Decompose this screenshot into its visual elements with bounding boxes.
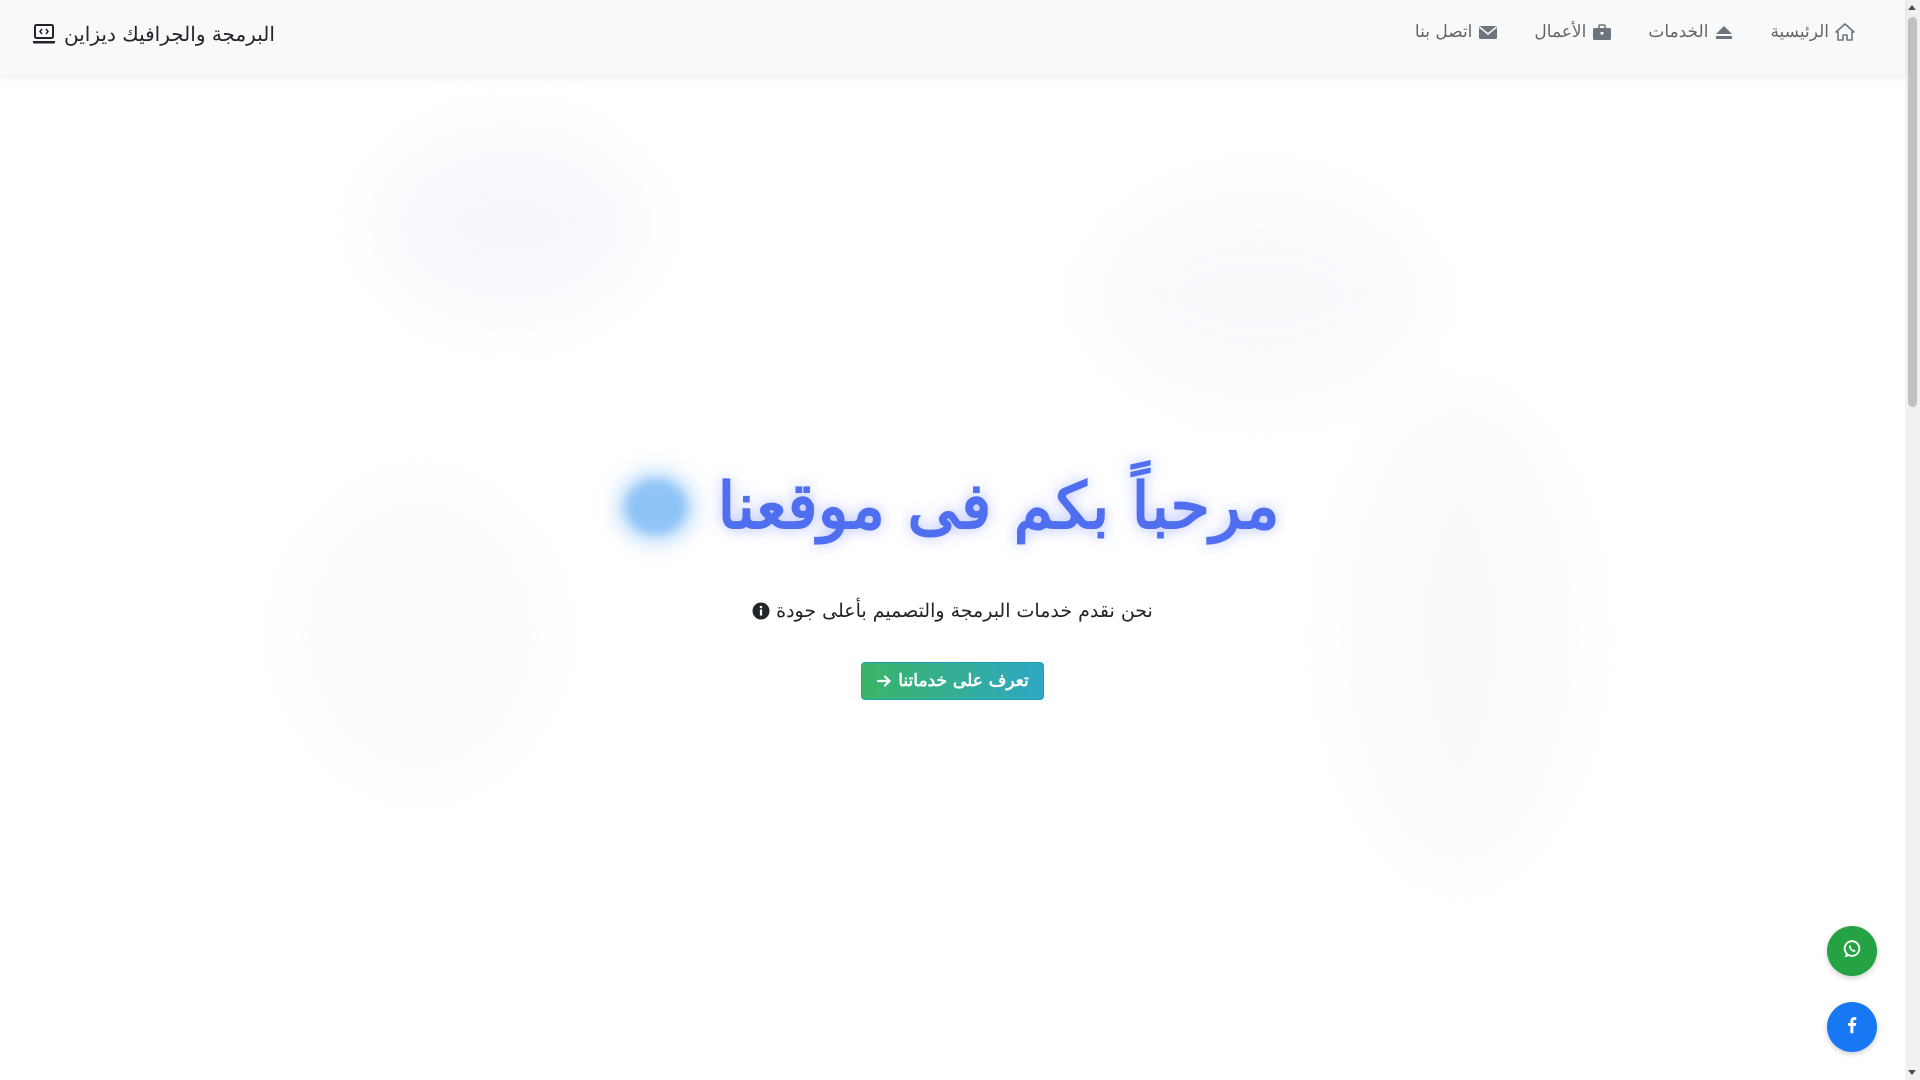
home-icon bbox=[1835, 23, 1855, 41]
whatsapp-button[interactable] bbox=[1827, 926, 1877, 976]
hero-section: مرحباً بكم فى موقعنا نحن نقدم خدمات البر… bbox=[0, 75, 1905, 1080]
glow-orb bbox=[625, 479, 688, 535]
nav-link-portfolio-label: الأعمال bbox=[1534, 22, 1587, 42]
brand-label: البرمجة والجرافيك ديزاين bbox=[64, 22, 275, 46]
hero-subtitle: نحن نقدم خدمات البرمجة والتصميم بأعلى جو… bbox=[0, 600, 1905, 622]
nav-link-contact[interactable]: اتصل بنا bbox=[1415, 22, 1499, 42]
nav-links: الرئيسية الخدمات الأعمال اتصل بنا bbox=[1415, 22, 1855, 42]
hero-title-row: مرحباً بكم فى موقعنا bbox=[0, 475, 1905, 539]
explore-services-label: تعرف على خدماتنا bbox=[898, 671, 1029, 691]
hero-subtitle-text: نحن نقدم خدمات البرمجة والتصميم بأعلى جو… bbox=[776, 600, 1153, 622]
nav-link-services[interactable]: الخدمات bbox=[1648, 22, 1734, 42]
cta-wrapper: تعرف على خدماتنا bbox=[0, 662, 1905, 700]
facebook-icon bbox=[1841, 1014, 1863, 1040]
scrollbar-thumb[interactable] bbox=[1908, 17, 1917, 407]
scroll-up-arrow-icon[interactable] bbox=[1908, 5, 1916, 10]
scroll-down-arrow-icon[interactable] bbox=[1908, 1070, 1916, 1075]
explore-services-button[interactable]: تعرف على خدماتنا bbox=[861, 662, 1044, 700]
laptop-code-icon bbox=[32, 22, 56, 46]
hero-title: مرحباً بكم فى موقعنا bbox=[717, 469, 1280, 544]
eject-icon bbox=[1714, 23, 1734, 41]
briefcase-icon bbox=[1592, 23, 1612, 41]
nav-link-contact-label: اتصل بنا bbox=[1414, 22, 1473, 42]
nav-link-home-label: الرئيسية bbox=[1770, 22, 1829, 42]
envelope-icon bbox=[1478, 23, 1498, 41]
info-circle-icon bbox=[752, 602, 770, 620]
arrow-right-icon bbox=[876, 673, 892, 689]
page-scrollbar[interactable] bbox=[1905, 0, 1920, 1080]
whatsapp-icon bbox=[1841, 938, 1863, 964]
nav-link-services-label: الخدمات bbox=[1648, 22, 1709, 42]
page: البرمجة والجرافيك ديزاين الرئيسية الخدما… bbox=[0, 0, 1920, 1080]
brand-link[interactable]: البرمجة والجرافيك ديزاين bbox=[32, 22, 275, 46]
facebook-button[interactable] bbox=[1827, 1002, 1877, 1052]
navbar: البرمجة والجرافيك ديزاين الرئيسية الخدما… bbox=[0, 0, 1905, 75]
nav-link-portfolio[interactable]: الأعمال bbox=[1534, 22, 1612, 42]
nav-link-home[interactable]: الرئيسية bbox=[1770, 22, 1855, 42]
